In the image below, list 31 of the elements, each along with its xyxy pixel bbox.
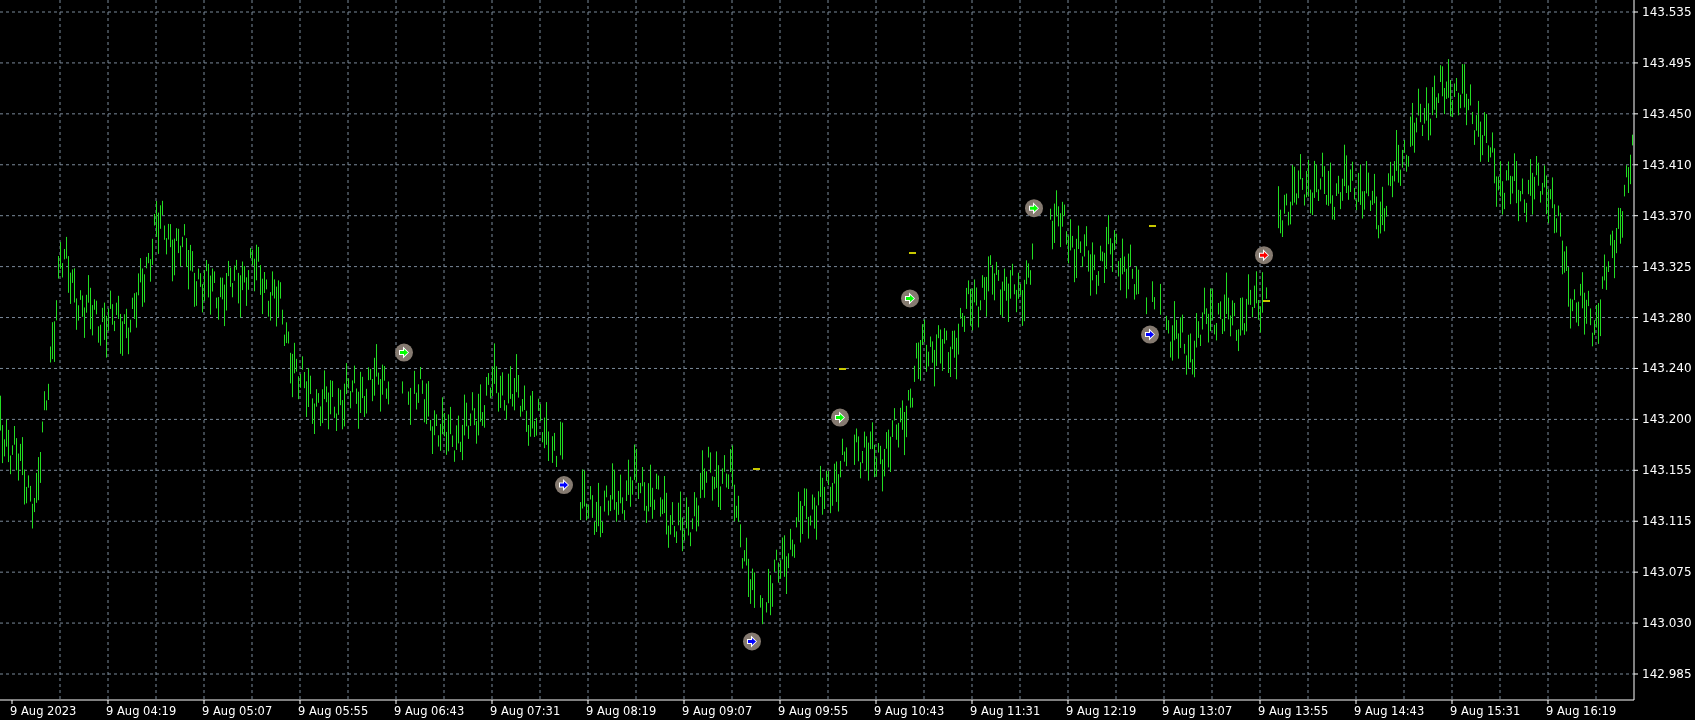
y-tick-label: 143.075 (1642, 565, 1692, 580)
y-tick-label: 143.280 (1642, 310, 1692, 325)
x-tick-label: 9 Aug 04:19 (106, 704, 177, 718)
x-tick-label: 9 Aug 09:55 (778, 704, 849, 718)
y-tick-label: 143.450 (1642, 106, 1692, 121)
x-tick-label: 9 Aug 2023 (10, 704, 77, 718)
x-tick-label: 9 Aug 14:43 (1354, 704, 1425, 718)
y-tick-label: 143.030 (1642, 616, 1692, 631)
y-tick-label: 143.240 (1642, 361, 1692, 376)
y-tick-label: 143.115 (1642, 514, 1692, 529)
x-tick-label: 9 Aug 13:07 (1162, 704, 1233, 718)
x-tick-label: 9 Aug 06:43 (394, 704, 465, 718)
y-tick-label: 143.155 (1642, 463, 1692, 478)
x-tick-label: 9 Aug 08:19 (586, 704, 657, 718)
x-tick-label: 9 Aug 15:31 (1450, 704, 1521, 718)
x-tick-label: 9 Aug 13:55 (1258, 704, 1329, 718)
x-tick-label: 9 Aug 10:43 (874, 704, 945, 718)
y-tick-label: 143.535 (1642, 5, 1692, 19)
y-tick-label: 143.325 (1642, 259, 1692, 274)
x-tick-label: 9 Aug 09:07 (682, 704, 753, 718)
x-tick-label: 9 Aug 05:07 (202, 704, 273, 718)
x-tick-label: 9 Aug 05:55 (298, 704, 369, 718)
y-tick-label: 143.200 (1642, 412, 1692, 427)
y-tick-label: 143.370 (1642, 208, 1692, 223)
y-tick-label: 143.410 (1642, 157, 1692, 172)
x-tick-label: 9 Aug 07:31 (490, 704, 561, 718)
x-tick-label: 9 Aug 11:31 (970, 704, 1041, 718)
y-tick-label: 143.495 (1642, 55, 1692, 70)
y-tick-label: 142.985 (1642, 667, 1692, 681)
x-tick-label: 9 Aug 16:19 (1546, 704, 1617, 718)
x-tick-label: 9 Aug 12:19 (1066, 704, 1137, 718)
